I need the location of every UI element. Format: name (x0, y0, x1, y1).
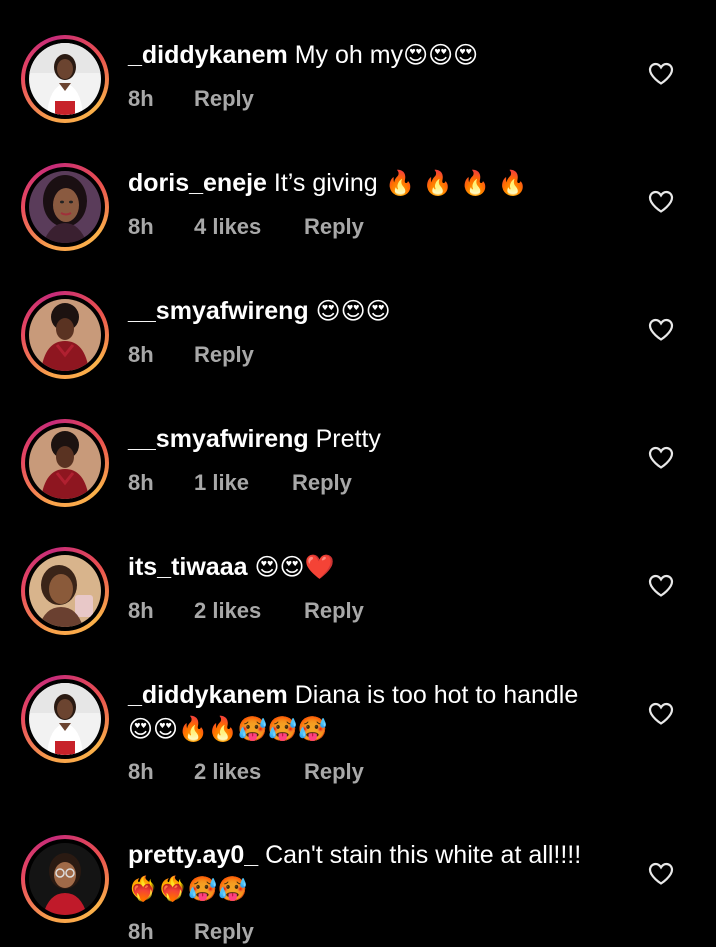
comment-username[interactable]: _diddykanem (128, 681, 288, 709)
comment-time: 8h (128, 86, 154, 111)
comment-time: 8h (128, 470, 154, 495)
comment-meta: 8h Reply (128, 84, 254, 114)
comment-text: Pretty (315, 425, 381, 453)
heart-icon[interactable] (648, 574, 674, 598)
heart-icon[interactable] (648, 62, 674, 86)
reply-button[interactable]: Reply (304, 757, 364, 787)
comment-emoji: ❤️‍🔥❤️‍🔥🥵🥵 (128, 875, 248, 903)
woman-red-dress-icon (29, 299, 101, 371)
heart-icon[interactable] (648, 702, 674, 726)
avatar[interactable] (21, 163, 109, 251)
heart-icon[interactable] (648, 190, 674, 214)
comment-emoji: 😍😍😍 (315, 297, 391, 325)
woman-selfie-icon (29, 555, 101, 627)
woman-white-top-icon (29, 683, 101, 755)
comment-text: Diana is too hot to handle (294, 681, 579, 709)
comment-meta: 8h 4 likes Reply (128, 212, 364, 242)
reply-button[interactable]: Reply (194, 340, 254, 370)
comment-time: 8h (128, 214, 154, 239)
comment-username[interactable]: doris_eneje (128, 169, 267, 197)
reply-button[interactable]: Reply (194, 917, 254, 947)
comment-time: 8h (128, 598, 154, 623)
reply-button[interactable]: Reply (304, 596, 364, 626)
comment-text-line: its_tiwaaa 😍😍❤️ (128, 551, 628, 583)
avatar[interactable] (21, 419, 109, 507)
woman-red-dress-icon (29, 427, 101, 499)
avatar[interactable] (21, 835, 109, 923)
comment-text: My oh my (294, 41, 404, 69)
comment-text-line: __smyafwireng 😍😍😍 (128, 295, 628, 327)
heart-icon[interactable] (648, 318, 674, 342)
woman-portrait-icon (29, 171, 101, 243)
comment-text-line: doris_eneje It’s giving 🔥 🔥 🔥 🔥 (128, 167, 628, 199)
comment-meta: 8h Reply (128, 917, 254, 947)
comment-emoji: 😍😍😍 (403, 41, 479, 69)
comment-meta: 8h 2 likes Reply (128, 757, 364, 787)
avatar[interactable] (21, 675, 109, 763)
heart-icon[interactable] (648, 862, 674, 886)
comment-emoji-line: ❤️‍🔥❤️‍🔥🥵🥵 (128, 873, 648, 905)
comment-likes[interactable]: 2 likes (194, 757, 304, 787)
avatar[interactable] (21, 547, 109, 635)
avatar[interactable] (21, 35, 109, 123)
comment-text: Can't stain this white at all!!!! (265, 841, 582, 869)
comment-time: 8h (128, 759, 154, 784)
comment-text-line: _diddykanem My oh my😍😍😍 (128, 39, 628, 71)
comment-likes[interactable]: 2 likes (194, 596, 304, 626)
comment-text: It’s giving (273, 169, 378, 197)
comment-likes[interactable]: 1 like (194, 468, 292, 498)
comment-meta: 8h Reply (128, 340, 254, 370)
comment-text-line: __smyafwireng Pretty (128, 423, 628, 455)
comment-username[interactable]: _diddykanem (128, 41, 288, 69)
comment-meta: 8h 2 likes Reply (128, 596, 364, 626)
comment-emoji: 🔥 🔥 🔥 🔥 (377, 169, 528, 197)
woman-glasses-icon (29, 843, 101, 915)
comment-text-line: pretty.ay0_ Can't stain this white at al… (128, 839, 628, 871)
comment-meta: 8h 1 like Reply (128, 468, 352, 498)
comment-time: 8h (128, 342, 154, 367)
comment-username[interactable]: its_tiwaaa (128, 553, 248, 581)
reply-button[interactable]: Reply (292, 468, 352, 498)
comment-emoji: 😍😍🔥🔥🥵🥵🥵 (128, 715, 328, 743)
comment-likes[interactable]: 4 likes (194, 212, 304, 242)
woman-white-top-icon (29, 43, 101, 115)
comment-username[interactable]: __smyafwireng (128, 297, 309, 325)
reply-button[interactable]: Reply (194, 84, 254, 114)
comment-emoji: 😍😍❤️ (254, 553, 335, 581)
avatar[interactable] (21, 291, 109, 379)
comment-username[interactable]: __smyafwireng (128, 425, 309, 453)
heart-icon[interactable] (648, 446, 674, 470)
reply-button[interactable]: Reply (304, 212, 364, 242)
comment-emoji-line: 😍😍🔥🔥🥵🥵🥵 (128, 713, 648, 745)
comment-username[interactable]: pretty.ay0_ (128, 841, 258, 869)
comment-time: 8h (128, 919, 154, 944)
comment-text-line: _diddykanem Diana is too hot to handle (128, 679, 628, 711)
